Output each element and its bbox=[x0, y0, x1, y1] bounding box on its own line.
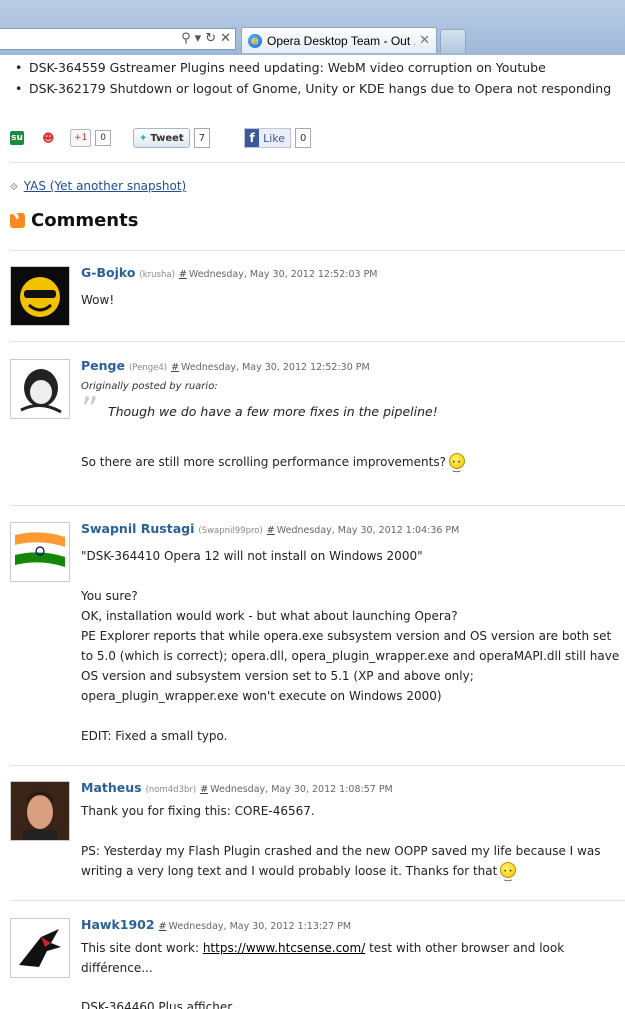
comment-text: Thank you for fixing this: CORE-46567. bbox=[81, 804, 315, 818]
smiley-icon bbox=[500, 862, 517, 887]
quote-block: Though we do have a few more fixes in th… bbox=[81, 390, 625, 430]
avatar[interactable] bbox=[10, 359, 70, 419]
reddit-icon[interactable]: ☻ bbox=[42, 131, 58, 145]
address-bar-icons: ⚲ ▾ ↻ ✕ bbox=[181, 31, 231, 46]
rss-icon[interactable] bbox=[10, 213, 25, 228]
avatar[interactable] bbox=[10, 266, 70, 326]
comment-nick: (krusha) bbox=[139, 270, 175, 280]
tab-title: Opera Desktop Team - Out ... bbox=[267, 33, 416, 48]
comment-text: "DSK-364410 Opera 12 will not install on… bbox=[81, 549, 423, 563]
stop-icon[interactable]: ✕ bbox=[220, 31, 231, 46]
twitter-bird-icon: ✦ bbox=[139, 132, 148, 144]
avatar-image bbox=[11, 360, 69, 418]
like-count: 0 bbox=[295, 128, 312, 148]
permalink[interactable]: # bbox=[159, 921, 167, 932]
comment-author[interactable]: Matheus bbox=[81, 780, 142, 795]
comment-author[interactable]: Swapnil Rustagi bbox=[81, 521, 194, 536]
comment-meta: Swapnil Rustagi (Swapnil99pro) # Wednesday,… bbox=[81, 522, 625, 538]
avatar-image bbox=[11, 267, 69, 325]
comment-text-content: So there are still more scrolling perfor… bbox=[81, 455, 446, 469]
browser-tab-active[interactable]: e Opera Desktop Team - Out ... ✕ bbox=[241, 27, 437, 53]
comment-author[interactable]: G-Bojko bbox=[81, 265, 135, 280]
comment-text-cut: DSK-364460 Plus afficher bbox=[81, 998, 625, 1009]
dropdown-icon[interactable]: ▾ bbox=[195, 31, 202, 46]
comment-text-content: PS: Yesterday my Flash Plugin crashed an… bbox=[81, 844, 601, 878]
divider bbox=[10, 341, 625, 342]
bug-list: DSK-364559 Gstreamer Plugins need updati… bbox=[0, 57, 625, 99]
comments-heading: Comments bbox=[10, 210, 138, 231]
comment-text: OK, installation would work - but what a… bbox=[81, 609, 458, 623]
divider bbox=[10, 162, 625, 163]
tweet-button[interactable]: ✦ Tweet bbox=[133, 128, 190, 148]
comment-text-pre: This site dont work: bbox=[81, 941, 203, 955]
comment-date: Wednesday, May 30, 2012 1:04:36 PM bbox=[276, 525, 460, 536]
comment-text: This site dont work: https://www.htcsens… bbox=[81, 938, 625, 978]
avatar[interactable] bbox=[10, 781, 70, 841]
comment-author[interactable]: Penge bbox=[81, 358, 125, 373]
divider bbox=[10, 250, 625, 251]
tweet-count: 7 bbox=[193, 128, 211, 148]
comment-text: So there are still more scrolling perfor… bbox=[81, 452, 625, 478]
comment-text: PS: Yesterday my Flash Plugin crashed an… bbox=[81, 841, 625, 887]
comment-meta: Penge (Penge4) # Wednesday, May 30, 2012 12… bbox=[81, 359, 625, 375]
prev-post-link[interactable]: YAS (Yet another snapshot) bbox=[24, 179, 187, 193]
divider bbox=[10, 900, 625, 901]
address-bar[interactable]: ⚲ ▾ ↻ ✕ bbox=[0, 28, 236, 50]
comment-date: Wednesday, May 30, 2012 12:52:30 PM bbox=[181, 362, 370, 373]
refresh-icon[interactable]: ↻ bbox=[205, 31, 216, 46]
avatar[interactable] bbox=[10, 522, 70, 582]
comment-text: Wow! bbox=[81, 293, 115, 307]
arrow-left-icon: ⟐ bbox=[10, 182, 18, 193]
stumbleupon-icon[interactable]: su bbox=[10, 131, 24, 145]
avatar-image bbox=[11, 782, 69, 840]
divider bbox=[10, 505, 625, 506]
comment-date: Wednesday, May 30, 2012 12:52:03 PM bbox=[188, 269, 378, 280]
facebook-icon: f bbox=[245, 129, 260, 147]
gplus-count: 0 bbox=[95, 130, 112, 146]
comment-nick: (Penge4) bbox=[128, 363, 168, 373]
permalink[interactable]: # bbox=[267, 525, 275, 536]
facebook-like-button[interactable]: f Like bbox=[244, 128, 292, 148]
comment-nick: (Swapnil99pro) bbox=[198, 526, 263, 536]
comment-author[interactable]: Hawk1902 bbox=[81, 917, 155, 932]
previous-post-link: ⟐ YAS (Yet another snapshot) bbox=[10, 179, 186, 193]
comment-nick: (nom4d3br) bbox=[145, 785, 197, 795]
ie-icon: e bbox=[248, 33, 262, 48]
comment-text: PE Explorer reports that while opera.exe… bbox=[81, 629, 620, 703]
india-flag-image bbox=[11, 523, 69, 581]
share-bar: su ☻ +1 0 ✦ Tweet 7 f Like 0 bbox=[10, 128, 312, 148]
gplus-button[interactable]: +1 bbox=[70, 129, 92, 147]
comment-text: You sure? bbox=[81, 589, 138, 603]
tab-close-icon[interactable]: ✕ bbox=[419, 33, 430, 48]
search-icon[interactable]: ⚲ bbox=[181, 31, 191, 46]
tweet-label: Tweet bbox=[150, 132, 184, 144]
permalink[interactable]: # bbox=[171, 362, 179, 373]
external-link[interactable]: https://www.htcsense.com/ bbox=[203, 941, 365, 955]
permalink[interactable]: # bbox=[179, 269, 187, 280]
comment-text: EDIT: Fixed a small typo. bbox=[81, 729, 228, 743]
list-item: DSK-364559 Gstreamer Plugins need updati… bbox=[15, 57, 625, 78]
permalink[interactable]: # bbox=[200, 784, 208, 795]
hawk-avatar-image bbox=[11, 919, 69, 977]
comment-meta: Matheus (nom4d3br) # Wednesday, May 30, 201… bbox=[81, 781, 625, 797]
new-tab-button[interactable] bbox=[440, 29, 466, 53]
comment-meta: G-Bojko (krusha) # Wednesday, May 30, 2012 … bbox=[81, 266, 625, 282]
comment-date: Wednesday, May 30, 2012 1:08:57 PM bbox=[210, 784, 393, 795]
like-label: Like bbox=[263, 131, 286, 145]
browser-chrome: ⚲ ▾ ↻ ✕ e Opera Desktop Team - Out ... ✕ bbox=[0, 0, 625, 55]
comments-title: Comments bbox=[31, 210, 139, 231]
list-item: DSK-362179 Shutdown or logout of Gnome, … bbox=[15, 78, 625, 99]
quote-attribution: Originally posted by ruario: bbox=[81, 381, 218, 392]
comment-date: Wednesday, May 30, 2012 1:13:27 PM bbox=[168, 921, 352, 932]
comment-meta: Hawk1902 # Wednesday, May 30, 2012 1:13:27… bbox=[81, 918, 625, 934]
divider bbox=[10, 765, 625, 766]
smiley-icon bbox=[448, 453, 465, 478]
avatar[interactable] bbox=[10, 918, 70, 978]
page-content: DSK-364559 Gstreamer Plugins need updati… bbox=[0, 55, 625, 99]
